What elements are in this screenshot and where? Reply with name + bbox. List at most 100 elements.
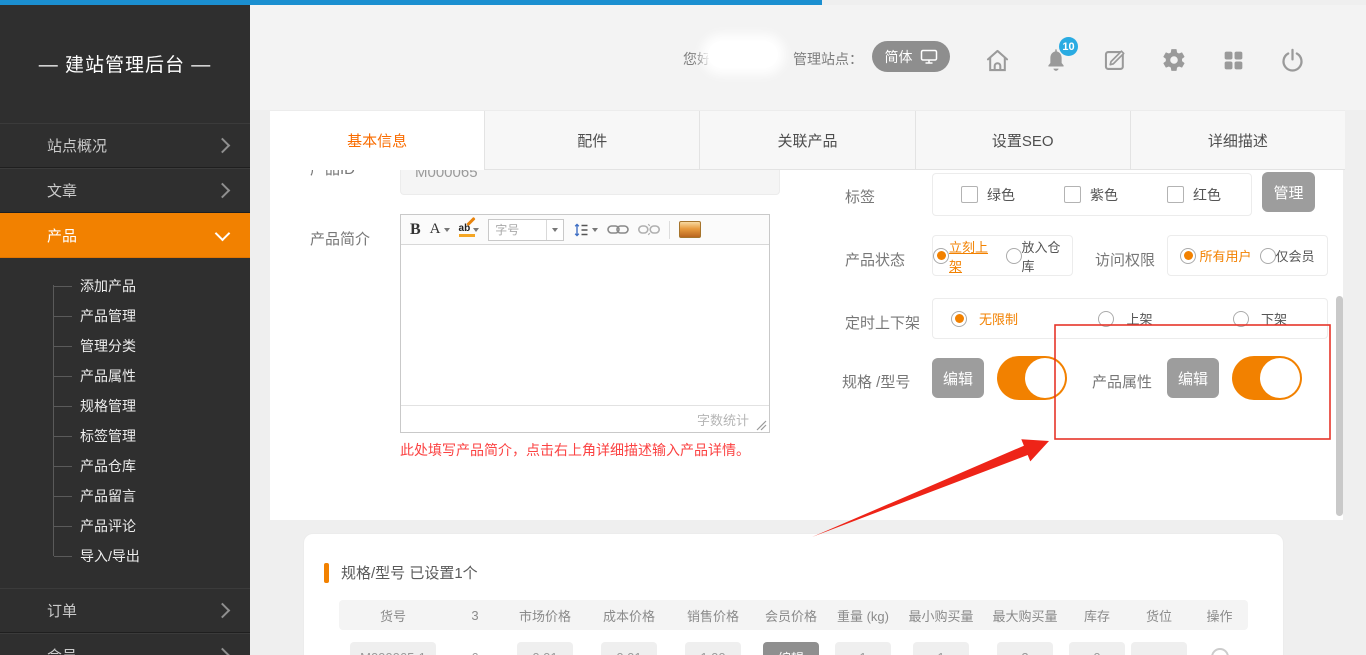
submenu-item-tag-management[interactable]: 标签管理 [0, 421, 250, 451]
header-icon-bar: 10 [982, 45, 1307, 75]
market-price-field[interactable]: 0.01 [517, 642, 573, 655]
spec-model-toggle[interactable] [997, 356, 1067, 400]
radio-icon[interactable] [1233, 311, 1249, 327]
col-header: 最大购买量 [983, 606, 1067, 625]
manage-tags-button[interactable]: 管理 [1262, 172, 1315, 212]
access-label: 访问权限 [1095, 249, 1155, 270]
settings-button[interactable] [1159, 45, 1189, 75]
product-attr-toggle[interactable] [1232, 356, 1302, 400]
col-header: 3 [447, 608, 503, 623]
scrollbar-thumb[interactable] [1336, 296, 1343, 516]
sidebar-item-site-overview[interactable]: 站点概况 [0, 123, 250, 168]
submenu-item-product-management[interactable]: 产品管理 [0, 301, 250, 331]
spec-model-label: 规格 /型号 [842, 371, 910, 392]
tag-option-purple[interactable]: 紫色 [1064, 185, 1118, 205]
checkbox-red[interactable] [1167, 186, 1184, 203]
radio-selected-icon[interactable] [933, 248, 949, 264]
radio-option-off-shelf[interactable]: 下架 [1233, 309, 1287, 328]
spec-section-title: 规格/型号 已设置1个 [341, 562, 478, 583]
sidebar-item-members[interactable]: 会员 [0, 633, 250, 655]
insert-image-button[interactable] [679, 221, 701, 238]
radio-option-no-limit[interactable]: 无限制 [951, 309, 1018, 328]
sidebar-item-label: 站点概况 [47, 135, 107, 156]
sidebar-item-products[interactable]: 产品 [0, 213, 250, 258]
col-header: 销售价格 [671, 606, 755, 625]
submenu-item-product-messages[interactable]: 产品留言 [0, 481, 250, 511]
tab-seo-settings[interactable]: 设置SEO [915, 111, 1130, 170]
radio-option-members-only[interactable]: 仅会员 [1260, 246, 1315, 265]
sidebar-item-articles[interactable]: 文章 [0, 168, 250, 213]
apps-button[interactable] [1218, 45, 1248, 75]
checkbox-green[interactable] [961, 186, 978, 203]
radio-label: 上架 [1126, 309, 1152, 328]
sku-field[interactable]: M000065-1 [350, 642, 436, 655]
col-header: 成本价格 [587, 606, 671, 625]
submenu-item-product-attributes[interactable]: 产品属性 [0, 361, 250, 391]
max-qty-field[interactable]: 2 [997, 642, 1053, 655]
submenu-item-import-export[interactable]: 导入/导出 [0, 541, 250, 571]
submenu-item-spec-management[interactable]: 规格管理 [0, 391, 250, 421]
tag-label: 绿色 [987, 185, 1015, 205]
product-attr-edit-button[interactable]: 编辑 [1167, 358, 1219, 398]
submenu-item-product-reviews[interactable]: 产品评论 [0, 511, 250, 541]
logout-button[interactable] [1277, 45, 1307, 75]
radio-option-on-shelf[interactable]: 上架 [1098, 309, 1152, 328]
cost-price-field[interactable]: 0.01 [601, 642, 657, 655]
home-button[interactable] [982, 45, 1012, 75]
caret-down-icon [546, 220, 563, 240]
submenu-item-category-management[interactable]: 管理分类 [0, 331, 250, 361]
monitor-icon [920, 49, 938, 65]
sidebar-item-orders[interactable]: 订单 [0, 588, 250, 633]
weight-field[interactable]: 1 [835, 642, 891, 655]
col-header: 最小购买量 [899, 606, 983, 625]
top-header: 您好： 管理站点： 简体 10 [250, 5, 1366, 110]
tab-detailed-description[interactable]: 详细描述 [1130, 111, 1345, 170]
submenu-item-add-product[interactable]: 添加产品 [0, 271, 250, 301]
radio-option-all-users[interactable]: 所有用户 [1180, 246, 1251, 265]
edit-button[interactable] [1100, 45, 1130, 75]
caret-down-icon [473, 228, 479, 232]
radio-option-to-warehouse[interactable]: 放入仓库 [1006, 237, 1073, 275]
resize-grip-icon[interactable] [756, 420, 767, 431]
editor-content-area[interactable] [401, 245, 769, 405]
font-size-select[interactable]: 字号 [488, 219, 564, 241]
link-icon[interactable] [607, 223, 629, 236]
tab-basic-info[interactable]: 基本信息 [270, 111, 484, 170]
tag-option-red[interactable]: 红色 [1167, 185, 1221, 205]
submenu-item-product-warehouse[interactable]: 产品仓库 [0, 451, 250, 481]
checkbox-purple[interactable] [1064, 186, 1081, 203]
schedule-group: 无限制 上架 下架 [932, 298, 1328, 339]
unlink-icon[interactable] [638, 223, 660, 236]
col-header: 市场价格 [503, 606, 587, 625]
row-action-icon[interactable] [1211, 648, 1229, 655]
radio-selected-icon[interactable] [1180, 248, 1196, 264]
sale-price-field[interactable]: 1.00 [685, 642, 741, 655]
col-header: 库存 [1067, 606, 1127, 625]
schedule-label: 定时上下架 [845, 312, 920, 333]
highlight-button[interactable]: ab [459, 223, 480, 237]
radio-icon[interactable] [1098, 311, 1114, 327]
location-field[interactable] [1131, 642, 1187, 655]
bold-button[interactable]: B [410, 221, 421, 239]
radio-icon[interactable] [1260, 248, 1276, 264]
editor-toolbar: B A ab 字号 [401, 215, 769, 245]
radio-label: 放入仓库 [1022, 237, 1073, 275]
radio-icon[interactable] [1006, 248, 1022, 264]
line-height-button[interactable] [573, 222, 598, 238]
stock-field[interactable]: 0 [1069, 642, 1125, 655]
font-color-button[interactable]: A [430, 221, 450, 238]
radio-selected-icon[interactable] [951, 311, 967, 327]
tag-option-green[interactable]: 绿色 [961, 185, 1015, 205]
product-status-group: 立刻上架 放入仓库 [932, 235, 1073, 276]
tab-related-products[interactable]: 关联产品 [699, 111, 914, 170]
min-qty-field[interactable]: 1 [913, 642, 969, 655]
tag-label: 紫色 [1090, 185, 1118, 205]
spec-model-edit-button[interactable]: 编辑 [932, 358, 984, 398]
tab-accessories[interactable]: 配件 [484, 111, 699, 170]
col-header: 会员价格 [755, 606, 827, 625]
radio-option-on-shelf-now[interactable]: 立刻上架 [933, 237, 1000, 275]
site-language-button[interactable]: 简体 [872, 41, 950, 72]
product-intro-label: 产品简介 [310, 228, 370, 249]
notifications-button[interactable]: 10 [1041, 45, 1071, 75]
row-edit-button[interactable]: 编辑 [763, 642, 819, 655]
